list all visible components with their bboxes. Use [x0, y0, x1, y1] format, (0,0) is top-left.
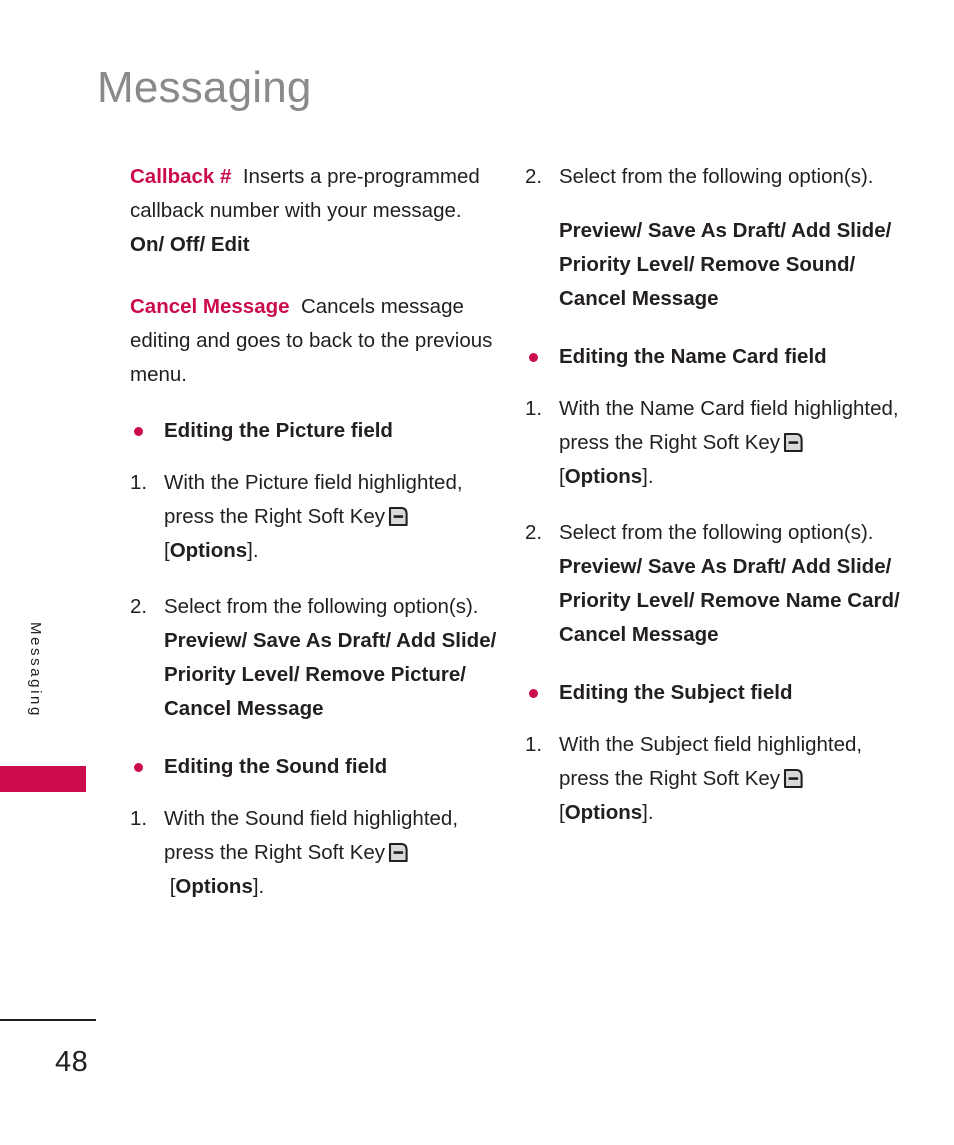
- step-number: 1.: [525, 733, 543, 756]
- step-text: Select from the following option(s).: [164, 595, 479, 618]
- section-heading-subject: Editing the Subject field: [525, 676, 900, 710]
- step-number: 2.: [130, 595, 148, 618]
- section-heading-label: Editing the Subject field: [559, 681, 793, 704]
- step-item: 1. With the Sound field highlighted, pre…: [130, 802, 502, 904]
- footer-divider: [0, 1019, 96, 1021]
- right-soft-key-icon: [388, 506, 409, 527]
- step-item: 2. Select from the following option(s). …: [525, 516, 900, 652]
- bullet-icon: [529, 689, 538, 698]
- section-heading-sound: Editing the Sound field: [130, 750, 502, 784]
- step-options: Preview/ Save As Draft/ Add Slide/ Prior…: [164, 629, 497, 720]
- bullet-icon: [529, 353, 538, 362]
- step-item: 2. Select from the following option(s). …: [525, 160, 900, 316]
- definition-cancel-message: Cancel Message Cancels message editing a…: [130, 290, 502, 392]
- step-bracket-label: Options: [169, 539, 248, 562]
- side-tab: Messaging: [0, 600, 96, 800]
- step-bracket-label: Options: [564, 465, 643, 488]
- definition-term: Cancel Message: [130, 295, 290, 318]
- step-bracket-close: ].: [247, 539, 259, 562]
- step-number: 2.: [525, 521, 543, 544]
- step-bracket-label: Options: [175, 875, 253, 898]
- step-text: Select from the following option(s).: [559, 165, 874, 188]
- definition-term: Callback #: [130, 165, 232, 188]
- bullet-icon: [134, 763, 143, 772]
- step-item: 2. Select from the following option(s). …: [130, 590, 502, 726]
- step-number: 1.: [130, 807, 148, 830]
- step-text-main: With the Name Card field highlighted, pr…: [559, 397, 899, 454]
- step-bracket-label: Options: [564, 801, 643, 824]
- step-item: 1. With the Name Card field highlighted,…: [525, 392, 900, 494]
- step-bracket-close: ].: [252, 875, 265, 898]
- step-number: 2.: [525, 165, 543, 188]
- section-heading-picture: Editing the Picture field: [130, 414, 502, 448]
- step-bracket-close: ].: [642, 465, 654, 488]
- bullet-icon: [134, 427, 143, 436]
- step-number: 1.: [130, 471, 148, 494]
- right-soft-key-icon: [783, 768, 804, 789]
- left-column: Callback # Inserts a pre-programmed call…: [130, 160, 502, 904]
- step-text: With the Name Card field highlighted, pr…: [559, 392, 900, 494]
- step-item: 1. With the Subject field highlighted, p…: [525, 728, 900, 830]
- section-heading-label: Editing the Picture field: [164, 419, 393, 442]
- step-options: Preview/ Save As Draft/ Add Slide/ Prior…: [559, 219, 892, 310]
- step-number: 1.: [525, 397, 543, 420]
- step-text: Select from the following option(s).: [559, 521, 874, 544]
- page-title: Messaging: [97, 63, 312, 112]
- step-text: With the Subject field highlighted, pres…: [559, 728, 900, 830]
- right-column: 2. Select from the following option(s). …: [525, 160, 900, 830]
- right-soft-key-icon: [783, 432, 804, 453]
- step-text: With the Sound field highlighted, press …: [164, 802, 502, 904]
- side-tab-label: Messaging: [27, 622, 44, 718]
- page-number: 48: [55, 1046, 89, 1078]
- step-item: 1. With the Picture field highlighted, p…: [130, 466, 502, 568]
- section-heading-label: Editing the Sound field: [164, 755, 388, 778]
- right-soft-key-icon: [388, 842, 409, 863]
- section-heading-name-card: Editing the Name Card field: [525, 340, 900, 374]
- step-text-main: With the Sound field highlighted, press …: [164, 807, 459, 864]
- side-tab-marker: [0, 766, 86, 792]
- step-text-main: With the Subject field highlighted, pres…: [559, 733, 863, 790]
- step-text: With the Picture field highlighted, pres…: [164, 466, 502, 568]
- section-heading-label: Editing the Name Card field: [559, 345, 827, 368]
- step-bracket-close: ].: [642, 801, 654, 824]
- definition-options: On/ Off/ Edit: [130, 233, 250, 256]
- step-options: Preview/ Save As Draft/ Add Slide/ Prior…: [559, 555, 900, 646]
- step-text-main: With the Picture field highlighted, pres…: [164, 471, 463, 528]
- definition-callback: Callback # Inserts a pre-programmed call…: [130, 160, 502, 262]
